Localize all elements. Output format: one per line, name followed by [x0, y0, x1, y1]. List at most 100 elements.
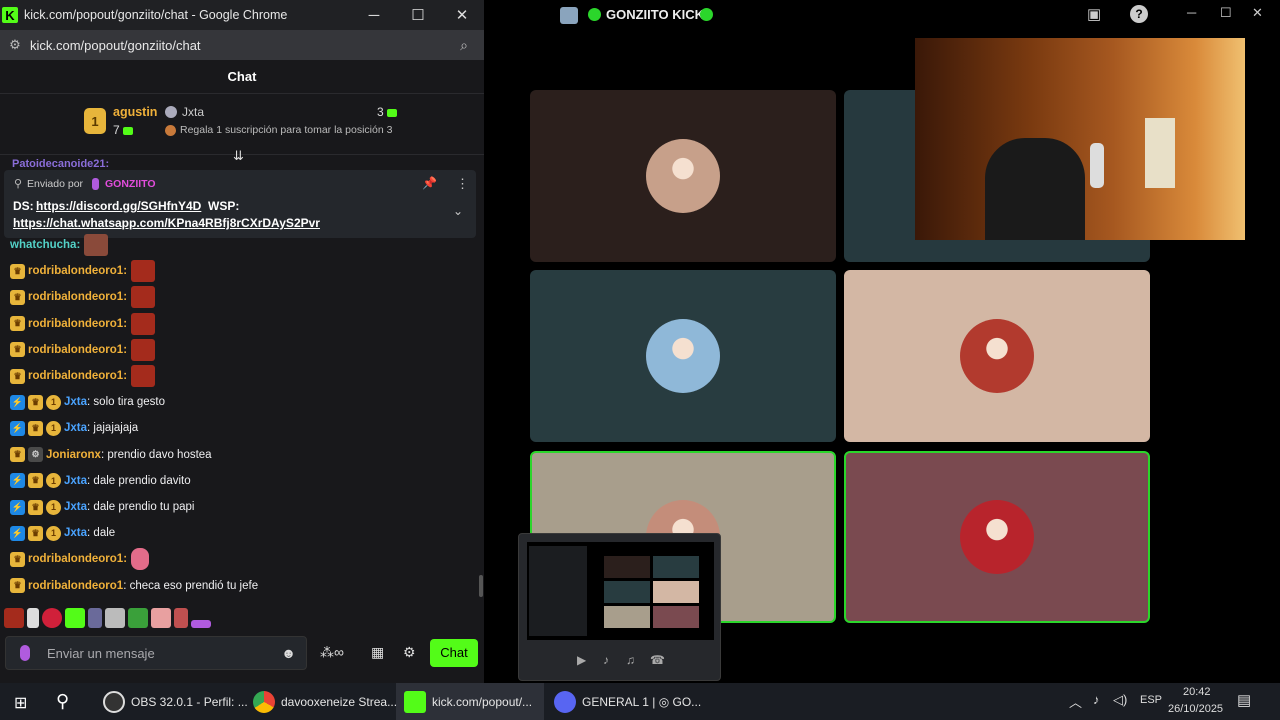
whatsapp-link[interactable]: https://chat.whatsapp.com/KPna4RBfj8rCXr… [13, 216, 320, 230]
maximize-button[interactable]: ☐ [396, 0, 440, 30]
discord-link[interactable]: https://discord.gg/SGHfnY4D [36, 199, 201, 213]
emote-icon[interactable] [88, 608, 102, 628]
preview-chat-pane [529, 546, 587, 636]
taskbar-item-discord[interactable]: GENERAL 1 | ◎ GO... [554, 683, 701, 720]
one-badge-icon: 1 [46, 499, 61, 515]
crown-badge-icon: ♛ [10, 551, 25, 567]
taskbar-item-kick[interactable]: kick.com/popout/... [396, 683, 544, 720]
clock-time[interactable]: 20:42 [1183, 686, 1211, 698]
chat-message: ♛ rodribalondeoro1: checa eso prendió tu … [10, 575, 258, 597]
emote-icon[interactable] [131, 260, 156, 283]
crown-badge-icon: ♛ [10, 368, 25, 384]
chat-username[interactable]: rodribalondeoro1: [28, 344, 127, 356]
obs-close-button[interactable]: ✕ [1252, 5, 1263, 21]
emote-icon[interactable] [131, 548, 150, 571]
tray-mic-icon[interactable]: ♪ [1093, 692, 1100, 707]
emote-icon[interactable] [191, 620, 211, 628]
obs-minimize-button[interactable]: ─ [1187, 5, 1196, 20]
emote-icon[interactable] [27, 608, 39, 628]
headphones-icon[interactable]: ♫ [626, 653, 635, 667]
emote-icon[interactable] [105, 608, 125, 628]
volume-icon[interactable]: ◁) [1113, 692, 1127, 708]
one-badge-icon: 1 [46, 394, 61, 410]
windows-start-icon[interactable]: ⊞ [14, 693, 27, 713]
chat-username[interactable]: rodribalondeoro1: [28, 265, 127, 277]
pinned-author[interactable]: GONZIITO [105, 178, 156, 190]
third-place-icon [165, 125, 176, 136]
emoji-picker-icon[interactable]: ☻ [281, 645, 296, 661]
kick-emotes-icon[interactable]: ⁂∞ [320, 644, 344, 661]
emote-icon[interactable] [131, 365, 156, 387]
disconnect-icon[interactable]: ☎ [650, 653, 665, 667]
unpin-icon[interactable]: 📌 [422, 176, 437, 190]
obs-maximize-button[interactable]: ☐ [1220, 5, 1232, 21]
chat-username[interactable]: Jxta [64, 396, 87, 408]
emote-icon[interactable] [131, 286, 156, 309]
help-icon[interactable]: ? [1130, 5, 1148, 23]
collapse-leaderboard-icon[interactable]: ⇊ [233, 148, 244, 164]
zoom-icon[interactable]: ⌕ [444, 37, 484, 54]
webcam-overlay [915, 38, 1245, 240]
notification-icon[interactable]: ▤ [1237, 691, 1251, 709]
shelf-shape [1145, 118, 1175, 188]
mic-icon[interactable]: ♪ [603, 653, 609, 667]
crown-badge-icon: ♛ [28, 394, 43, 410]
chat-username[interactable]: rodribalondeoro1: [28, 318, 127, 330]
chat-username[interactable]: Jxta [64, 527, 87, 539]
store-icon[interactable]: ▦ [371, 644, 384, 661]
participant-avatar [960, 500, 1034, 574]
inbox-icon[interactable]: ▣ [1087, 5, 1101, 23]
chat-username[interactable]: rodribalondeoro1 [28, 580, 123, 592]
leader-first-name[interactable]: agustin [113, 105, 157, 119]
tray-chevron-icon[interactable]: ︿ [1069, 692, 1082, 711]
chat-message: ⚡ ♛ 1 Jxta: dale prendio davito [10, 470, 191, 492]
chat-username[interactable]: Joniaronx [46, 449, 101, 461]
one-badge-icon: 1 [46, 420, 61, 436]
call-participant-tile[interactable] [530, 270, 836, 442]
emote-icon[interactable] [84, 234, 109, 256]
search-icon[interactable]: ⚲ [56, 691, 69, 712]
emote-icon[interactable] [128, 608, 148, 628]
emote-icon[interactable] [151, 608, 171, 628]
participant-avatar [646, 319, 720, 393]
emote-icon[interactable] [131, 312, 156, 335]
chat-username[interactable]: whatchucha: [10, 239, 80, 251]
call-participant-tile[interactable] [530, 90, 836, 262]
call-participant-tile[interactable] [844, 451, 1150, 623]
emote-icon[interactable] [174, 608, 188, 628]
emote-icon[interactable] [42, 608, 62, 628]
language-indicator[interactable]: ESP [1140, 694, 1162, 706]
taskbar-item-obs[interactable]: OBS 32.0.1 - Perfil: ... [103, 683, 248, 720]
chevron-down-icon[interactable]: ⌄ [453, 204, 463, 218]
close-button[interactable]: ✕ [440, 0, 484, 30]
url-text[interactable]: kick.com/popout/gonziito/chat [30, 38, 444, 53]
chat-message: whatchucha: [10, 234, 109, 256]
taskbar: ⊞ ⚲ OBS 32.0.1 - Perfil: ... davooxeneiz… [0, 683, 1280, 720]
chat-username[interactable]: rodribalondeoro1: [28, 370, 127, 382]
more-options-icon[interactable]: ⋮ [456, 176, 469, 192]
emote-icon[interactable] [65, 608, 85, 628]
settings-icon[interactable]: ⚙ [403, 644, 416, 661]
chat-scrollbar[interactable] [479, 575, 483, 597]
chat-username[interactable]: rodribalondeoro1: [28, 291, 127, 303]
call-participant-tile[interactable] [844, 270, 1150, 442]
taskbar-item-chrome-stream[interactable]: davooxeneize Strea... [253, 683, 397, 720]
emote-icon[interactable] [131, 338, 156, 361]
send-chat-button[interactable]: Chat [430, 639, 478, 667]
chat-username[interactable]: Jxta [64, 501, 87, 513]
minimize-button[interactable]: ─ [352, 0, 396, 30]
site-settings-icon[interactable]: ⚙ [0, 37, 30, 53]
chat-username[interactable]: Jxta [64, 422, 87, 434]
leader-second-name[interactable]: Jxta [182, 105, 204, 119]
clock-date[interactable]: 26/10/2025 [1168, 703, 1223, 715]
chat-username[interactable]: rodribalondeoro1: [28, 553, 127, 565]
bottle-shape [1090, 143, 1104, 188]
message-input[interactable]: Enviar un mensaje ☻ [5, 636, 307, 670]
chat-username[interactable]: Jxta [64, 475, 87, 487]
emote-icon[interactable] [4, 608, 24, 628]
camera-icon[interactable]: ▶ [577, 653, 586, 667]
kick-logo-icon: K [2, 7, 18, 23]
discord-icon [554, 690, 576, 713]
chat-message: ⚡ ♛ 1 Jxta: dale [10, 522, 115, 544]
chat-text: : checa eso prendió tu jefe [123, 579, 259, 592]
